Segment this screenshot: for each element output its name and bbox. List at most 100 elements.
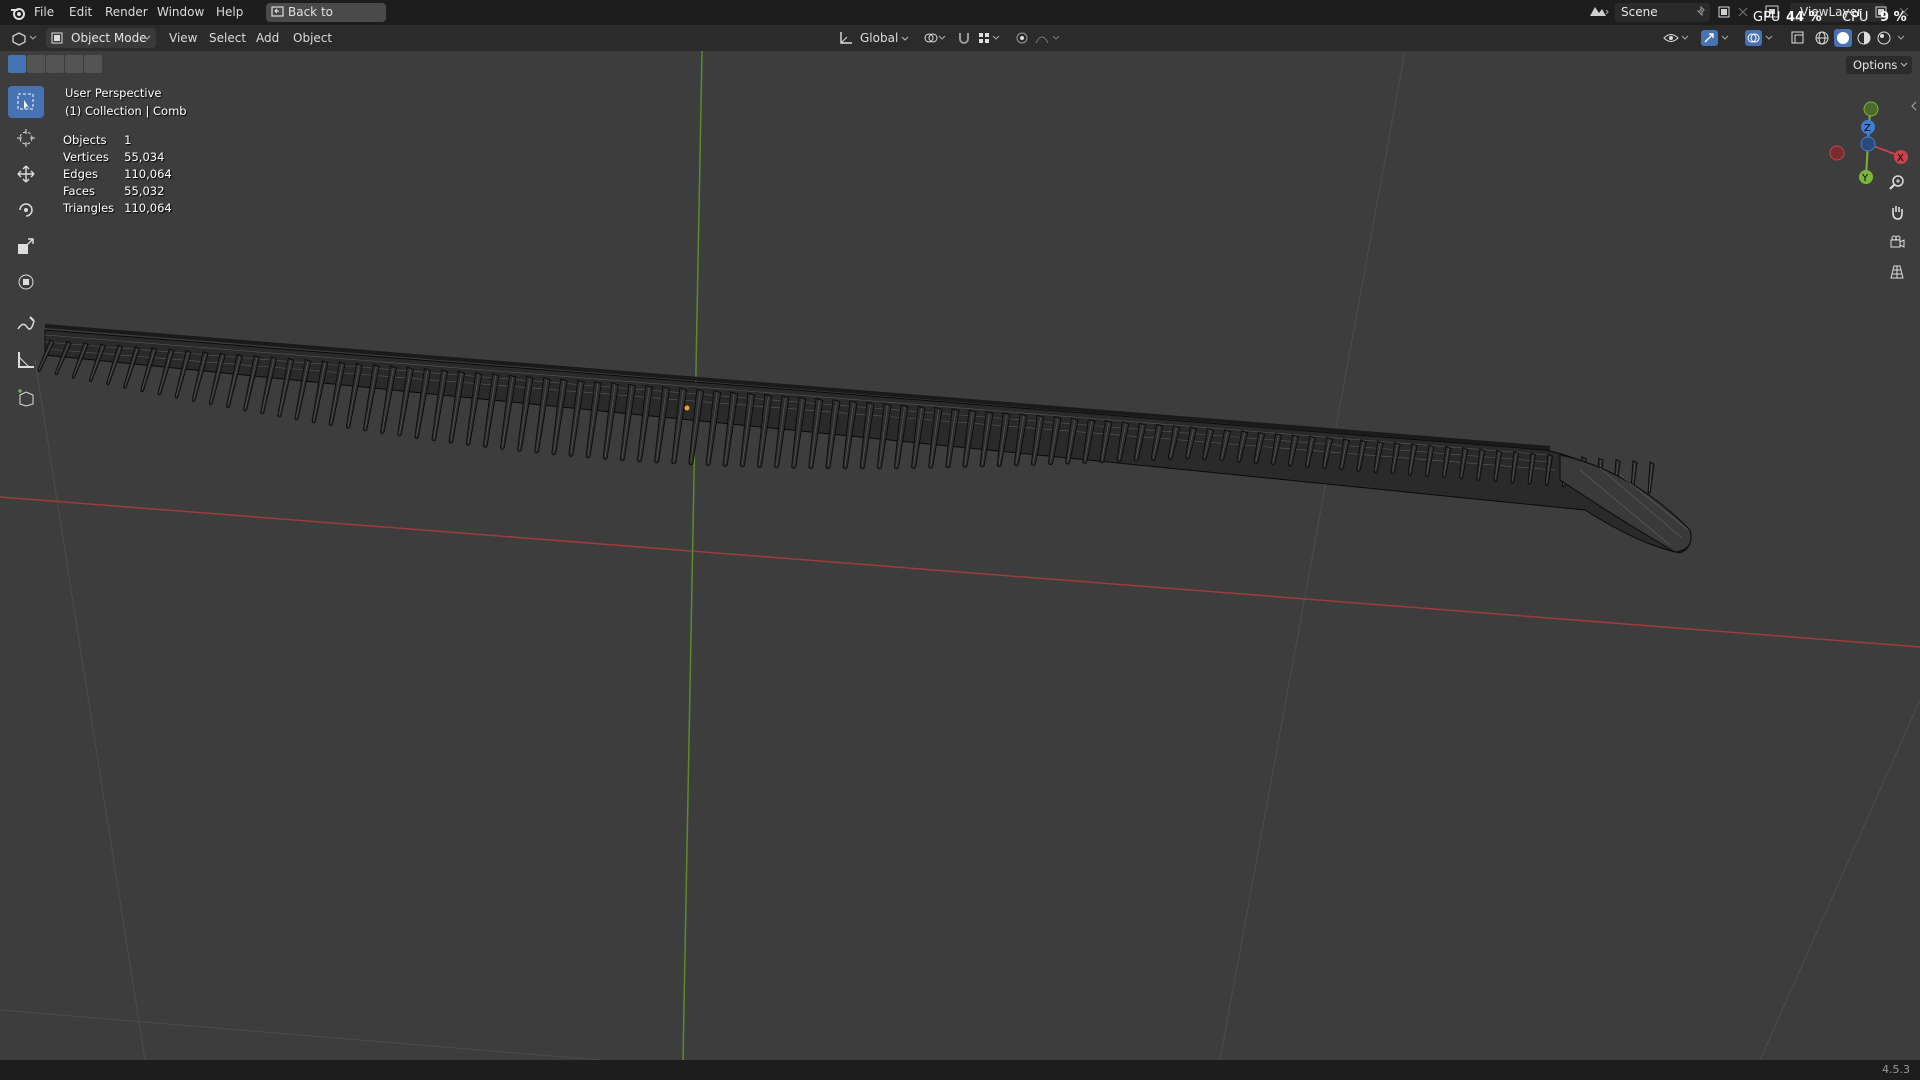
visibility-selectability-icon[interactable] [1662,30,1690,46]
gizmo-neg-x-ball[interactable] [1829,145,1845,161]
rendered-shading-icon[interactable] [1876,30,1892,46]
menu-help[interactable]: Help [216,0,243,25]
status-bar: 4.5.3 [0,1060,1920,1080]
version-label: 4.5.3 [1882,1063,1910,1076]
gizmo-z-label: Z [1864,123,1871,134]
menu-select[interactable]: Select [209,25,246,51]
camera-view-button[interactable] [1883,229,1911,255]
viewport-scene[interactable] [0,51,1920,1060]
rotate-tool[interactable] [8,194,44,226]
comb-tooth [1647,461,1655,494]
hand-icon [1892,206,1903,220]
collection-info: (1) Collection | Comb [65,104,187,118]
stat-label: Vertices [63,149,109,164]
new-scene-icon[interactable] [1717,5,1731,19]
scene-icon[interactable] [1588,4,1610,20]
gizmo-toggle-icon[interactable] [1700,29,1730,47]
back-arrow-icon [271,6,284,17]
stat-label: Edges [63,166,98,181]
scale-tool[interactable] [8,230,44,262]
transform-orientation-dropdown[interactable]: Global [860,25,898,51]
snap-target-icon[interactable] [976,30,1002,46]
gizmo-neg-y-ball[interactable] [1863,101,1879,117]
floor-grid [0,51,1920,1060]
editor-type-icon[interactable] [10,30,40,46]
stat-value: 110,064 [124,200,172,215]
gizmo-x-label: X [1897,153,1904,164]
stat-value: 1 [124,132,132,147]
cpu-value: 9 % [1880,10,1907,25]
object-mode-label: Object Mode [71,31,147,45]
select-box-tool[interactable] [8,86,44,118]
view-name: User Perspective [65,86,162,100]
zoom-icon [1889,175,1904,190]
stat-value: 110,064 [124,166,172,181]
snap-toggle-icon[interactable] [956,30,972,46]
menu-render[interactable]: Render [105,0,148,25]
select-subtract-button[interactable] [46,55,64,73]
scene-statistics: Objects 1 Vertices 55,034 Edges 110,064 Fac… [63,131,182,216]
select-extend-button[interactable] [27,55,45,73]
zoom-button[interactable] [1883,169,1911,195]
options-label: Options [1853,58,1898,72]
select-invert-button[interactable] [65,55,83,73]
wireframe-shading-icon[interactable] [1814,30,1830,46]
stat-value: 55,034 [124,149,165,164]
object-mode-icon [51,32,63,44]
object-mode-dropdown[interactable]: Object Mode [46,28,156,48]
select-new-button[interactable] [8,55,26,73]
transform-tool[interactable] [8,266,44,298]
3d-viewport[interactable]: User Perspective (1) Collection | Comb O… [0,51,1920,1060]
pan-button[interactable] [1883,199,1911,225]
pin-icon[interactable] [1695,6,1707,18]
sidebar-toggle-icon[interactable] [1910,101,1918,111]
gpu-value: 44 % [1786,10,1822,25]
shading-options-icon[interactable] [1896,32,1906,44]
rotate-icon [19,203,33,217]
object-origin [684,405,690,411]
stat-value: 55,032 [124,183,165,198]
falloff-curve-icon[interactable] [1034,30,1064,46]
annotate-icon [17,316,35,330]
pivot-point-icon[interactable] [922,30,948,46]
back-to-previous-button[interactable]: Back to Previous [266,3,386,38]
select-box-icon [17,93,34,110]
annotate-tool[interactable] [8,308,44,340]
measure-icon [18,352,34,368]
chevron-down-icon [143,35,151,40]
menu-file[interactable]: File [34,0,54,25]
options-dropdown[interactable]: Options [1846,56,1912,74]
scale-icon [18,238,34,254]
measure-tool[interactable] [8,344,44,376]
y-axis-line [682,51,703,1060]
stat-label: Objects [63,132,107,147]
menu-object[interactable]: Object [293,25,332,51]
select-intersect-button[interactable] [84,55,102,73]
add-cube-tool[interactable] [8,382,44,414]
cursor-icon [17,129,35,147]
grid-projection-icon [1890,265,1904,279]
gpu-label: GPU [1753,10,1781,25]
gizmo-y-label: Y [1861,173,1869,184]
stat-row: Edges 110,064 [63,165,182,182]
menu-edit[interactable]: Edit [69,0,92,25]
blender-logo-icon[interactable] [10,5,26,21]
xray-toggle-icon[interactable] [1790,30,1806,46]
solid-shading-icon[interactable] [1834,29,1852,47]
add-cube-icon [18,389,34,407]
stat-label: Triangles [63,200,115,215]
menu-window[interactable]: Window [157,0,204,25]
stat-row: Objects 1 [63,131,182,148]
material-preview-icon[interactable] [1856,30,1872,46]
menu-view[interactable]: View [169,25,197,51]
overlays-toggle-icon[interactable] [1744,29,1774,47]
delete-scene-icon[interactable] [1737,6,1749,18]
toggle-projection-button[interactable] [1883,259,1911,285]
scene-name: Scene [1621,5,1658,19]
cursor-tool[interactable] [8,122,44,154]
proportional-editing-icon[interactable] [1014,30,1030,46]
gizmo-neg-z-ball[interactable] [1860,136,1876,152]
menu-add[interactable]: Add [256,25,279,51]
move-tool[interactable] [8,158,44,190]
transform-orientation-icon[interactable] [838,31,854,45]
